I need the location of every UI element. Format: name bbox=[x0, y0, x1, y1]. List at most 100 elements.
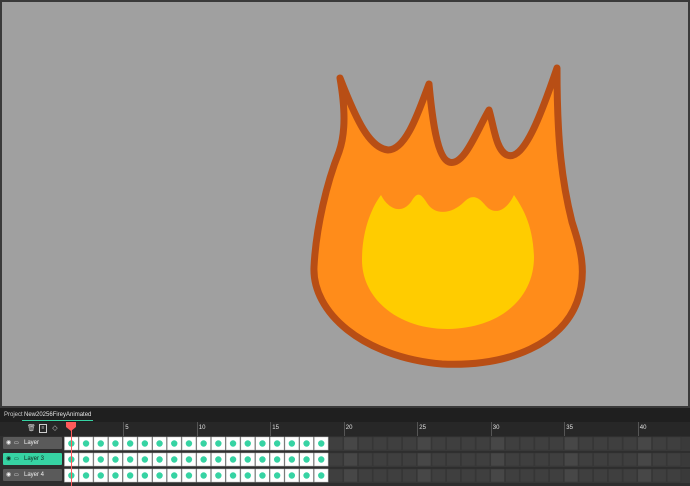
frame-cell-empty[interactable] bbox=[505, 452, 520, 467]
frame-cell-empty[interactable] bbox=[343, 468, 358, 483]
lock-icon[interactable]: ▭ bbox=[14, 453, 19, 465]
frame-cell-empty[interactable] bbox=[608, 436, 623, 451]
keyframe-dot[interactable] bbox=[273, 456, 281, 463]
keyframe-dot[interactable] bbox=[273, 440, 281, 447]
frame-cell-empty[interactable] bbox=[578, 468, 593, 483]
keyframe-dot[interactable] bbox=[229, 440, 237, 447]
frame-cell-empty[interactable] bbox=[402, 452, 417, 467]
frame-cell-empty[interactable] bbox=[475, 452, 491, 467]
frame-cell-empty[interactable] bbox=[549, 436, 564, 451]
frame-cell-empty[interactable] bbox=[505, 436, 520, 451]
frame-cell-empty[interactable] bbox=[328, 452, 344, 467]
frame-cell-empty[interactable] bbox=[446, 452, 461, 467]
frame-cell-empty[interactable] bbox=[652, 452, 667, 467]
keyframe-dot[interactable] bbox=[112, 456, 119, 463]
frame-cell-empty[interactable] bbox=[622, 452, 638, 467]
eye-icon[interactable]: ◉ bbox=[6, 437, 11, 449]
eye-icon[interactable]: ◉ bbox=[6, 453, 11, 465]
keyframe-dot[interactable] bbox=[200, 472, 207, 479]
frame-cell-empty[interactable] bbox=[593, 452, 608, 467]
keyframe-dot[interactable] bbox=[215, 440, 222, 447]
frame-cell-empty[interactable] bbox=[343, 452, 358, 467]
keyframe-dot[interactable] bbox=[244, 440, 251, 447]
eye-icon[interactable]: ◉ bbox=[6, 469, 11, 481]
frame-cell-empty[interactable] bbox=[666, 452, 682, 467]
keyframe-dot[interactable] bbox=[82, 440, 90, 447]
frame-cell-empty[interactable] bbox=[608, 452, 623, 467]
frame-cell-empty[interactable] bbox=[637, 452, 652, 467]
keyframe-dot[interactable] bbox=[97, 472, 104, 479]
layer-row-layer-4[interactable]: ◉ ▭ Layer 4 bbox=[3, 469, 62, 481]
frame-cell-empty[interactable] bbox=[490, 436, 505, 451]
keyframe-dot[interactable] bbox=[318, 456, 325, 463]
frame-cell-empty[interactable] bbox=[358, 468, 373, 483]
frame-cell-empty[interactable] bbox=[417, 468, 432, 483]
keyframe-dot[interactable] bbox=[141, 440, 149, 447]
frame-cell-empty[interactable] bbox=[519, 436, 535, 451]
keyframe-dot[interactable] bbox=[112, 472, 119, 479]
lock-icon[interactable]: ▭ bbox=[14, 469, 19, 481]
frame-grid[interactable] bbox=[64, 422, 690, 486]
frame-cell-empty[interactable] bbox=[446, 436, 461, 451]
keyframe-dot[interactable] bbox=[156, 440, 163, 447]
keyframe-dot[interactable] bbox=[171, 440, 178, 447]
frame-cell-empty[interactable] bbox=[564, 452, 579, 467]
keyframe-dot[interactable] bbox=[303, 440, 310, 447]
keyframe-dot[interactable] bbox=[229, 472, 237, 479]
keyframe-dot[interactable] bbox=[288, 440, 296, 447]
keyframe-dot[interactable] bbox=[288, 456, 296, 463]
keyframe-dot[interactable] bbox=[273, 472, 281, 479]
frame-cell-empty[interactable] bbox=[578, 452, 593, 467]
keyframe-dot[interactable] bbox=[200, 456, 207, 463]
frame-cell-empty[interactable] bbox=[417, 452, 432, 467]
frame-cell-empty[interactable] bbox=[343, 436, 358, 451]
keyframe-dot[interactable] bbox=[318, 472, 325, 479]
frame-cell-empty[interactable] bbox=[372, 436, 388, 451]
frame-cell-empty[interactable] bbox=[637, 468, 652, 483]
frame-cell-empty[interactable] bbox=[490, 468, 505, 483]
keyframe-dot[interactable] bbox=[244, 456, 251, 463]
frame-cell-empty[interactable] bbox=[372, 468, 388, 483]
keyframe-dot[interactable] bbox=[288, 472, 296, 479]
frame-cell-empty[interactable] bbox=[652, 468, 667, 483]
keyframe-dot[interactable] bbox=[126, 472, 134, 479]
frame-cell-empty[interactable] bbox=[564, 468, 579, 483]
layer-row-layer[interactable]: ◉ ▭ Layer bbox=[3, 437, 62, 449]
frame-cell-empty[interactable] bbox=[387, 436, 402, 451]
keyframe-dot[interactable] bbox=[215, 456, 222, 463]
frame-cell-empty[interactable] bbox=[593, 436, 608, 451]
frame-cell-empty[interactable] bbox=[519, 452, 535, 467]
frame-cell-empty[interactable] bbox=[358, 436, 373, 451]
frame-cell-empty[interactable] bbox=[475, 468, 491, 483]
layer-row-layer-3[interactable]: ◉ ▭ Layer 3 bbox=[3, 453, 62, 465]
tab-file[interactable]: New20256FireyAnimated bbox=[22, 411, 94, 421]
keyframe-dot[interactable] bbox=[229, 456, 237, 463]
frame-cell-empty[interactable] bbox=[431, 468, 446, 483]
frame-cell-empty[interactable] bbox=[666, 468, 682, 483]
keyframe-dot[interactable] bbox=[244, 472, 251, 479]
frame-cell-empty[interactable] bbox=[461, 436, 476, 451]
keyframe-dot[interactable] bbox=[156, 472, 163, 479]
keyframe-dot[interactable] bbox=[215, 472, 222, 479]
frame-cell-empty[interactable] bbox=[549, 452, 564, 467]
frame-cell-empty[interactable] bbox=[593, 468, 608, 483]
keyframe-dot[interactable] bbox=[171, 472, 178, 479]
frame-cell-empty[interactable] bbox=[608, 468, 623, 483]
frame-cell-empty[interactable] bbox=[402, 468, 417, 483]
frame-cell-empty[interactable] bbox=[387, 468, 402, 483]
frame-cell-empty[interactable] bbox=[431, 436, 446, 451]
frame-cell-empty[interactable] bbox=[666, 436, 682, 451]
fire-character-drawing[interactable] bbox=[2, 2, 688, 406]
frame-cell-empty[interactable] bbox=[358, 452, 373, 467]
keyframe-dot[interactable] bbox=[303, 456, 310, 463]
frame-cell-empty[interactable] bbox=[461, 468, 476, 483]
frame-cell-empty[interactable] bbox=[519, 468, 535, 483]
frame-cell-empty[interactable] bbox=[461, 452, 476, 467]
file-icon[interactable]: ≡ bbox=[39, 424, 47, 433]
keyframe-dot[interactable] bbox=[200, 440, 207, 447]
keyframe-dot[interactable] bbox=[141, 472, 149, 479]
frame-cell-empty[interactable] bbox=[622, 468, 638, 483]
frame-cell-empty[interactable] bbox=[446, 468, 461, 483]
frame-cell-empty[interactable] bbox=[328, 468, 344, 483]
frame-cell-empty[interactable] bbox=[505, 468, 520, 483]
